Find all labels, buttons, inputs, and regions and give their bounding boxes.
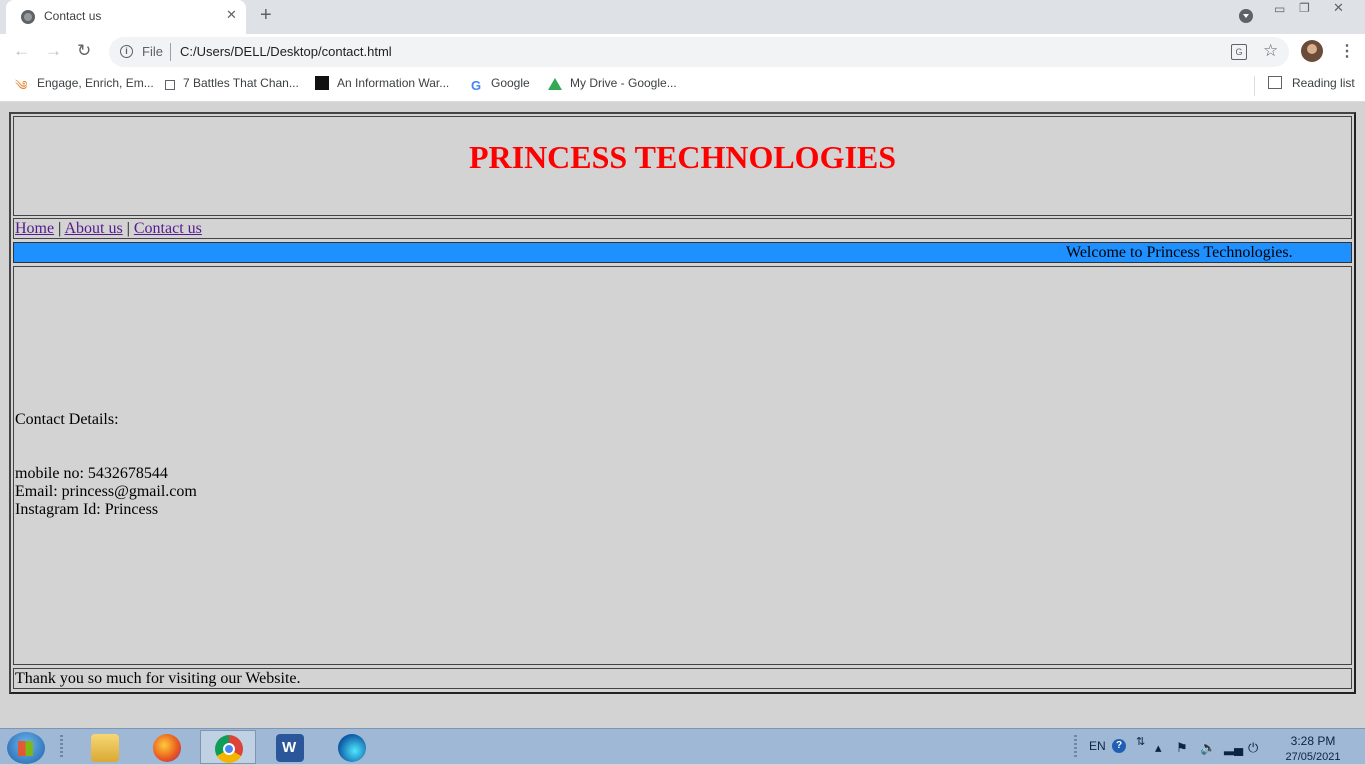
page-icon <box>315 76 329 90</box>
flame-icon: ༄ <box>15 78 28 93</box>
show-hidden-icons-icon[interactable]: ▴ <box>1155 740 1162 756</box>
contact-mobile: mobile no: 5432678544 <box>15 465 168 482</box>
globe-icon <box>21 10 35 24</box>
taskbar-firefox[interactable] <box>139 730 195 764</box>
contact-instagram: Instagram Id: Princess <box>15 501 159 518</box>
bookmark-item[interactable]: My Drive - Google... <box>548 76 677 90</box>
content-cell: Contact Details: mobile no: 5432678544 E… <box>13 266 1352 665</box>
address-bar[interactable]: i File C:/Users/DELL/Desktop/contact.htm… <box>109 37 1289 67</box>
taskbar-grip <box>1074 735 1077 759</box>
bookmark-item[interactable]: An Information War... <box>315 76 449 90</box>
page-table: PRINCESS TECHNOLOGIES Home | About us | … <box>9 112 1356 694</box>
footer: Thank you so much for visiting our Websi… <box>13 668 1352 689</box>
grid-icon <box>165 80 175 90</box>
signal-icon[interactable]: ▂▄ <box>1224 740 1243 756</box>
close-tab-icon[interactable]: ✕ <box>226 7 237 23</box>
network-sync-icon[interactable]: ⇅ <box>1136 735 1145 748</box>
reading-list-button[interactable]: Reading list <box>1268 76 1355 90</box>
contact-email: Email: princess@gmail.com <box>15 483 197 500</box>
bookmark-star-icon[interactable]: ☆ <box>1263 41 1278 61</box>
translate-icon[interactable]: G <box>1231 44 1247 60</box>
power-plug-icon[interactable]: ⏻ <box>1248 740 1258 756</box>
marquee-banner: Welcome to Princess Technologies. <box>13 242 1352 263</box>
reading-list-icon <box>1268 76 1282 89</box>
taskbar-chrome[interactable] <box>200 730 256 764</box>
nav-separator: | <box>58 220 62 237</box>
tab-strip: Contact us ✕ + ▭ ❐ ✕ <box>0 0 1365 34</box>
nav-link-about[interactable]: About us <box>64 220 122 237</box>
bookmarks-bar: ༄ Engage, Enrich, Em... 7 Battles That Ch… <box>0 70 1365 102</box>
clock-time: 3:28 PM <box>1290 734 1336 748</box>
browser-toolbar: ← → ↻ i File C:/Users/DELL/Desktop/conta… <box>0 34 1365 70</box>
language-indicator[interactable]: EN <box>1089 739 1106 753</box>
url-text[interactable]: C:/Users/DELL/Desktop/contact.html <box>180 44 392 59</box>
divider <box>170 43 171 61</box>
bookmark-item[interactable]: G Google <box>469 76 530 93</box>
taskbar-word[interactable] <box>262 730 318 764</box>
taskbar-edge[interactable] <box>324 730 380 764</box>
menu-kebab-icon[interactable]: ⋮ <box>1339 41 1355 61</box>
edge-icon <box>338 734 366 762</box>
contact-heading: Contact Details: <box>15 411 119 428</box>
tab-search-icon[interactable] <box>1239 9 1253 23</box>
start-button[interactable] <box>7 732 45 764</box>
drive-icon <box>548 78 562 90</box>
folder-icon <box>91 734 119 762</box>
forward-icon[interactable]: → <box>45 41 62 61</box>
help-icon[interactable]: ? <box>1112 739 1126 753</box>
close-window-icon[interactable]: ✕ <box>1333 0 1344 16</box>
nav-link-home[interactable]: Home <box>15 220 54 237</box>
nav-link-contact[interactable]: Contact us <box>134 220 202 237</box>
taskbar: EN ? ⇅ ▴ ⚑ 🔈 ▂▄ ⏻ 3:28 PM 27/05/2021 <box>0 728 1365 764</box>
reload-icon[interactable]: ↻ <box>77 41 91 61</box>
chrome-icon <box>215 735 243 763</box>
info-icon[interactable]: i <box>120 45 133 58</box>
url-scheme: File <box>142 44 163 59</box>
google-icon: G <box>470 78 482 93</box>
header-cell: PRINCESS TECHNOLOGIES <box>13 116 1352 216</box>
restore-icon[interactable]: ❐ <box>1299 1 1310 15</box>
marquee-text: Welcome to Princess Technologies. <box>1066 244 1293 261</box>
contact-details: Contact Details: mobile no: 5432678544 E… <box>15 411 197 519</box>
divider <box>1254 76 1255 96</box>
taskbar-explorer[interactable] <box>77 730 133 764</box>
bookmark-item[interactable]: ༄ Engage, Enrich, Em... <box>15 76 154 93</box>
new-tab-icon[interactable]: + <box>260 4 272 27</box>
taskbar-grip <box>60 735 63 759</box>
browser-tab[interactable]: Contact us ✕ <box>6 0 246 34</box>
page-title: PRINCESS TECHNOLOGIES <box>468 139 897 175</box>
nav-separator: | <box>126 220 130 237</box>
word-icon <box>276 734 304 762</box>
volume-icon[interactable]: 🔈 <box>1200 740 1216 756</box>
profile-avatar[interactable] <box>1301 40 1323 62</box>
back-icon[interactable]: ← <box>13 41 30 61</box>
bookmark-item[interactable]: 7 Battles That Chan... <box>165 76 299 90</box>
nav-bar: Home | About us | Contact us <box>13 218 1352 239</box>
system-clock[interactable]: 3:28 PM 27/05/2021 <box>1278 733 1348 765</box>
action-center-flag-icon[interactable]: ⚑ <box>1176 740 1188 756</box>
firefox-icon <box>153 734 181 762</box>
tab-title: Contact us <box>44 9 102 23</box>
minimize-icon[interactable]: ▭ <box>1274 2 1285 16</box>
